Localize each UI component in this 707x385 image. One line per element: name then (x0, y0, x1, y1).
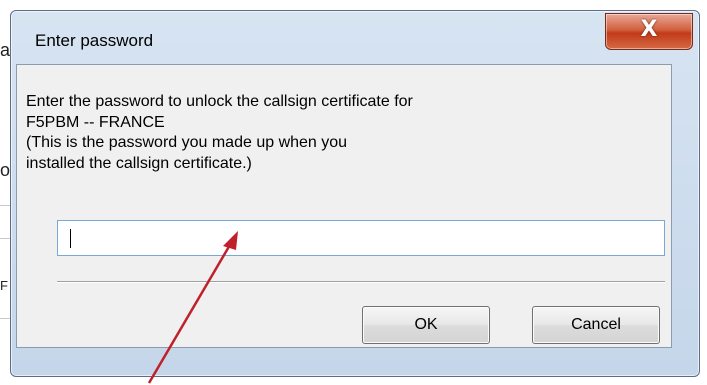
cancel-button[interactable]: Cancel (532, 306, 660, 344)
message-line: (This is the password you made up when y… (26, 134, 348, 151)
background-text: o (0, 160, 11, 180)
text-caret (70, 229, 71, 248)
dialog-title: Enter password (35, 31, 154, 50)
separator (57, 281, 665, 283)
message-line: installed the callsign certificate.) (26, 154, 252, 172)
dialog-message: Enter the password to unlock the callsig… (26, 92, 646, 174)
message-line: F5PBM -- FRANCE (26, 113, 165, 131)
message-line: Enter the password to unlock the callsig… (26, 93, 413, 110)
background-text: F (0, 278, 8, 293)
title-bar[interactable]: Enter password X (11, 11, 699, 63)
background-text: a (0, 40, 11, 60)
close-icon: X (640, 17, 658, 42)
close-button[interactable]: X (605, 13, 693, 50)
ok-button[interactable]: OK (362, 306, 490, 344)
password-input[interactable] (57, 220, 665, 256)
